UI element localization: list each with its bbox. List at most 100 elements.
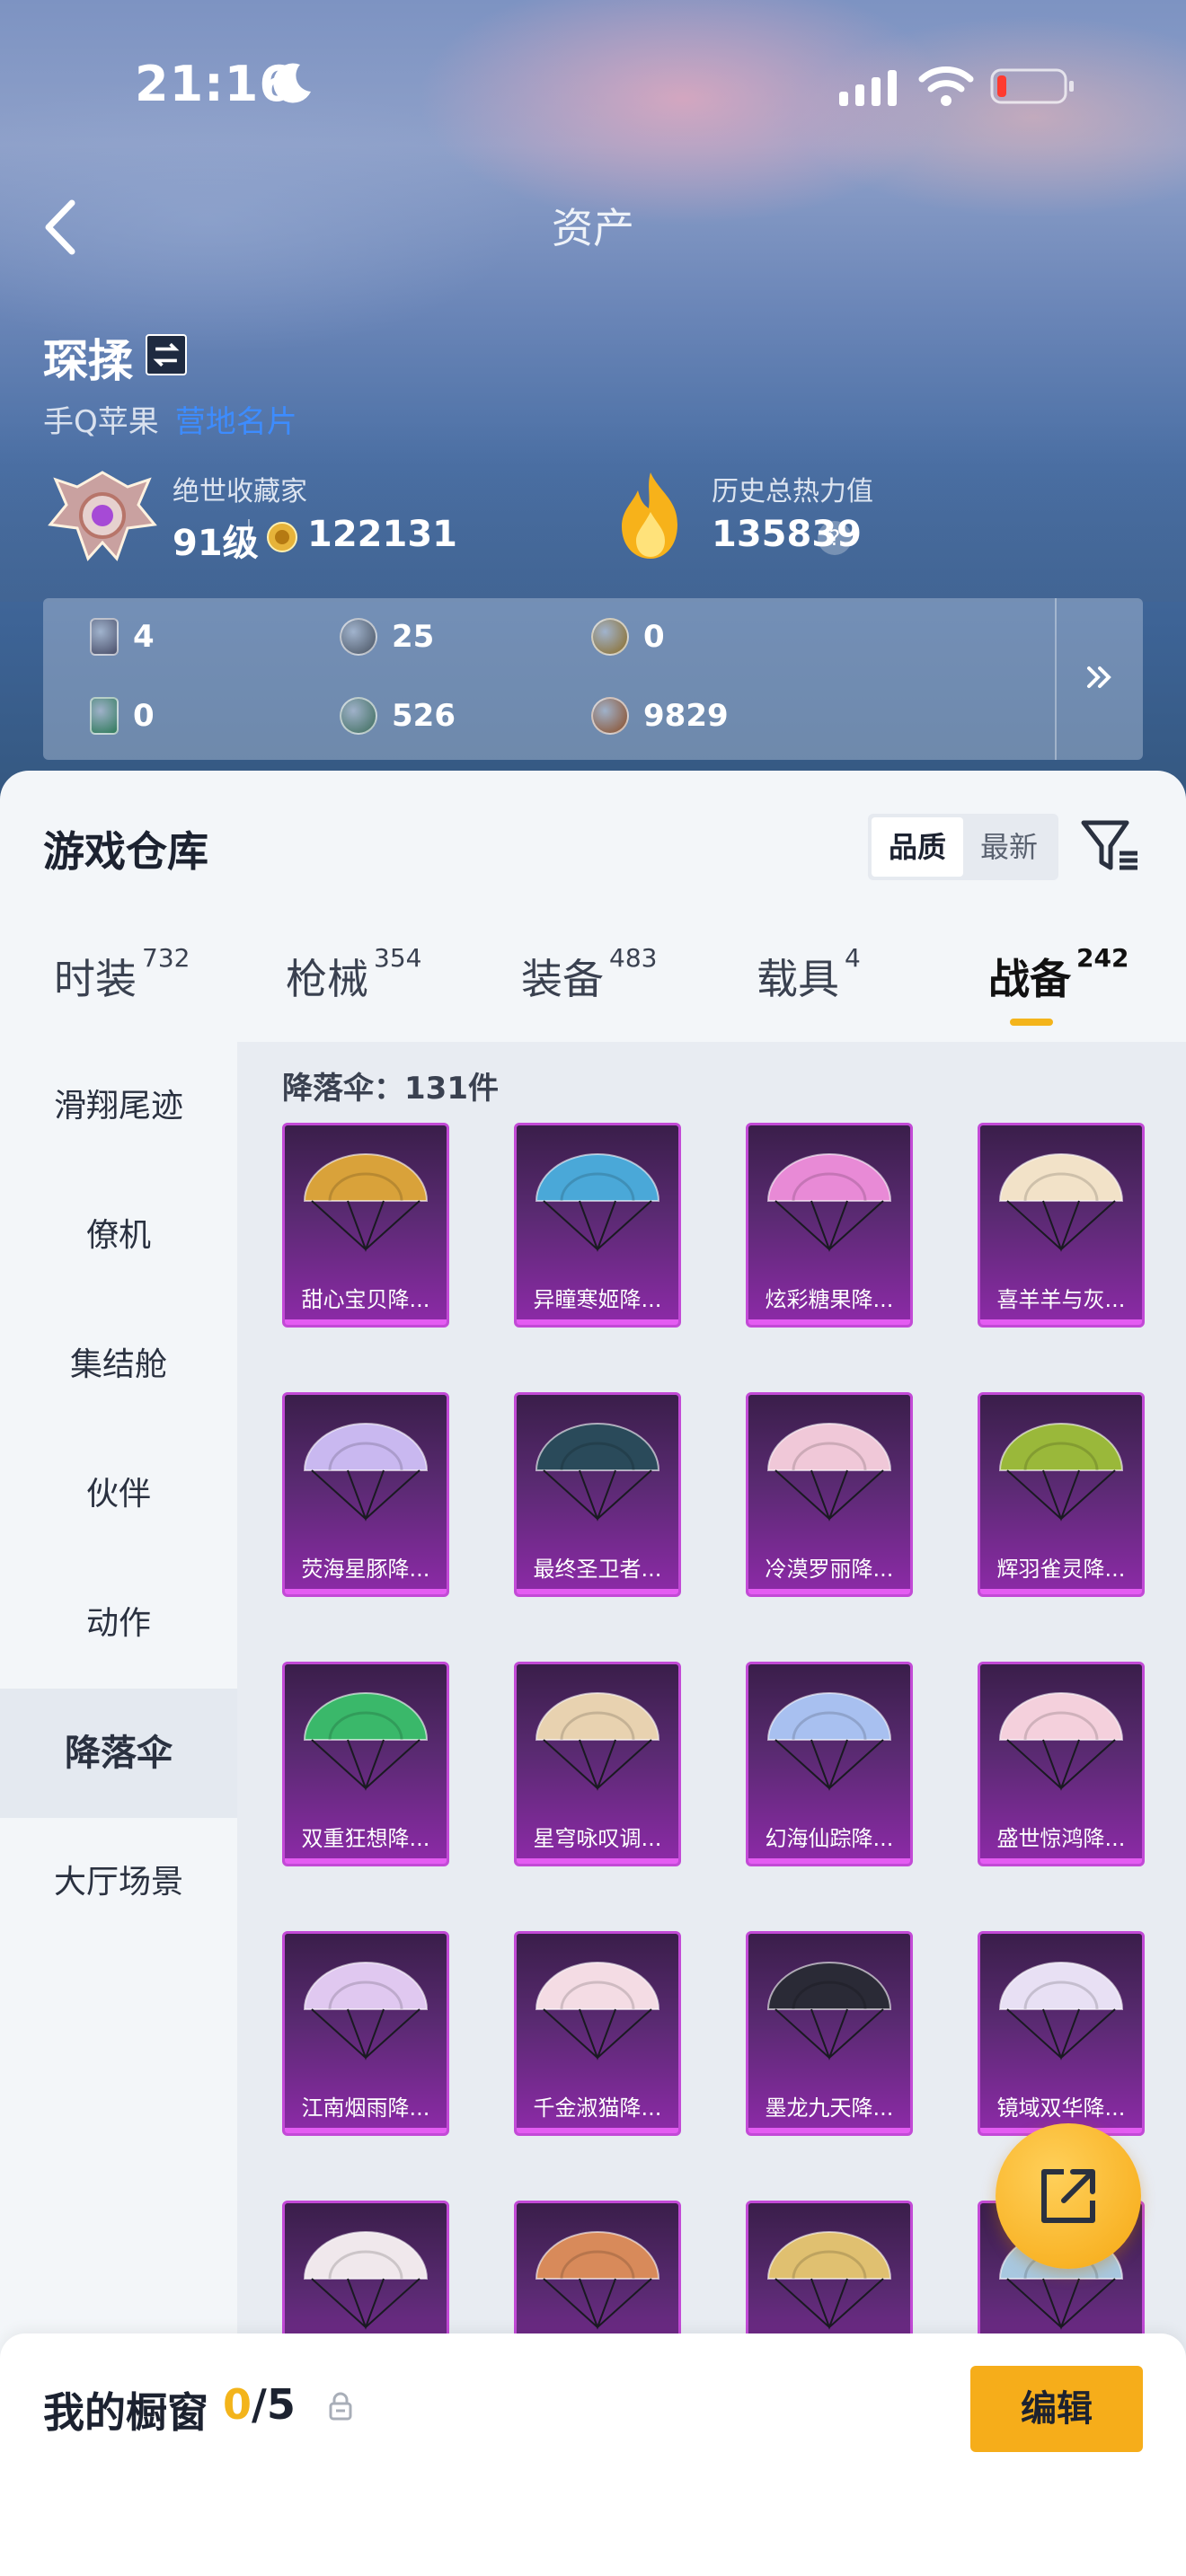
- sidebar-item-emote[interactable]: 动作: [0, 1559, 237, 1689]
- green-card-icon: [90, 697, 119, 735]
- currency-item: 4: [90, 618, 155, 656]
- parachute-card[interactable]: 双重狂想降...: [282, 1662, 449, 1866]
- parachute-icon: [998, 1692, 1124, 1791]
- parachute-name: 江南烟雨降...: [301, 2095, 430, 2121]
- sort-toggle: 品质 最新: [868, 814, 1058, 880]
- parachute-card[interactable]: 炫彩糖果降...: [746, 1123, 913, 1328]
- rarity-bar: [980, 1858, 1142, 1864]
- parachute-name: 幻海仙踪降...: [765, 1826, 894, 1851]
- parachute-card[interactable]: 星穹咏叹调...: [514, 1662, 681, 1866]
- page-title: 资产: [552, 204, 634, 252]
- parachute-icon: [535, 1962, 660, 2060]
- sidebar-item-lobby-scene[interactable]: 大厅场景: [0, 1818, 237, 1947]
- sidebar-item-parachute[interactable]: 降落伞: [0, 1689, 237, 1818]
- showcase-count: 0/5: [223, 2380, 296, 2429]
- sort-latest-button[interactable]: 最新: [963, 817, 1055, 877]
- bronze-orb-icon: [591, 697, 629, 735]
- tab-vehicles[interactable]: 载具 4: [757, 943, 861, 1006]
- username: 琛揉: [43, 335, 133, 387]
- parachute-name: 双重狂想降...: [301, 1826, 430, 1851]
- parachute-card[interactable]: 荧海星豚降...: [282, 1392, 449, 1597]
- parachute-icon: [535, 1423, 660, 1522]
- sidebar-item-wingman[interactable]: 僚机: [0, 1171, 237, 1301]
- switch-account-icon[interactable]: [146, 334, 187, 375]
- parachute-name: 甜心宝贝降...: [301, 1287, 430, 1312]
- parachute-card[interactable]: 异瞳寒姬降...: [514, 1123, 681, 1328]
- tab-battle-gear[interactable]: 战备 242: [988, 943, 1128, 1006]
- parachute-card[interactable]: 辉羽雀灵降...: [978, 1392, 1145, 1597]
- camp-card-link[interactable]: 营地名片: [175, 404, 297, 440]
- battery-icon: [990, 68, 1074, 104]
- active-tab-indicator: [1010, 1019, 1053, 1026]
- sort-quality-button[interactable]: 品质: [872, 817, 963, 877]
- parachute-icon: [766, 1962, 892, 2060]
- fire-icon: [622, 472, 677, 559]
- parachute-icon: [766, 1692, 892, 1791]
- collector-title: 绝世收藏家: [173, 476, 307, 507]
- parachute-card[interactable]: 千金淑猫降...: [514, 1931, 681, 2136]
- parachute-card[interactable]: 冷漠罗丽降...: [746, 1392, 913, 1597]
- collector-coin-icon: [267, 522, 297, 552]
- parachute-name: 荧海星豚降...: [301, 1557, 430, 1582]
- help-icon[interactable]: ?: [818, 521, 852, 555]
- category-tabs: 时装 732 枪械 354 装备 483 载具 4 战备 242: [0, 943, 1186, 1037]
- parachute-icon: [766, 2231, 892, 2330]
- currency-item: 9829: [591, 697, 729, 735]
- silver-coin-icon: [340, 618, 377, 656]
- parachute-name: 墨龙九天降...: [765, 2095, 894, 2121]
- signal-icon: [839, 70, 897, 106]
- sidebar-item-rally-pod[interactable]: 集结舱: [0, 1301, 237, 1430]
- edit-button[interactable]: 编辑: [970, 2366, 1143, 2452]
- parachute-name: 冷漠罗丽降...: [765, 1557, 894, 1582]
- rarity-bar: [517, 1858, 678, 1864]
- showcase-bar: 我的橱窗 0/5 编辑: [0, 2333, 1186, 2576]
- parachute-name: 星穹咏叹调...: [533, 1826, 662, 1851]
- warehouse-sheet: 游戏仓库 品质 最新 时装 732 枪械 354 装备 483 载具 4 战备 242 滑…: [0, 771, 1186, 2576]
- parachute-icon: [535, 2231, 660, 2330]
- parachute-icon: [766, 1153, 892, 1252]
- parachute-name: 最终圣卫者...: [533, 1557, 662, 1582]
- parachute-card[interactable]: 甜心宝贝降...: [282, 1123, 449, 1328]
- gold-badge-icon: [591, 618, 629, 656]
- currency-item: 526: [340, 697, 456, 735]
- tab-equipment[interactable]: 装备 483: [521, 943, 657, 1006]
- rarity-bar: [748, 2128, 910, 2133]
- filter-icon[interactable]: [1078, 814, 1141, 877]
- parachute-card[interactable]: 江南烟雨降...: [282, 1931, 449, 2136]
- parachute-name: 千金淑猫降...: [533, 2095, 662, 2121]
- parachute-card[interactable]: 盛世惊鸿降...: [978, 1662, 1145, 1866]
- rarity-bar: [517, 1589, 678, 1594]
- parachute-icon: [303, 2231, 429, 2330]
- rarity-bar: [748, 1858, 910, 1864]
- category-count-title: 降落伞：131件: [282, 1071, 499, 1107]
- currency-item: 25: [340, 618, 434, 656]
- tab-weapons[interactable]: 枪械 354: [286, 943, 421, 1006]
- parachute-name: 盛世惊鸿降...: [996, 1826, 1126, 1851]
- parachute-name: 异瞳寒姬降...: [533, 1287, 662, 1312]
- parachute-icon: [535, 1692, 660, 1791]
- rarity-bar: [517, 1319, 678, 1325]
- lock-icon: [329, 2392, 352, 2421]
- parachute-icon: [303, 1692, 429, 1791]
- divider: [248, 519, 250, 555]
- sidebar-item-glide-trail[interactable]: 滑翔尾迹: [0, 1042, 237, 1171]
- parachute-card[interactable]: 镜域双华降...: [978, 1931, 1145, 2136]
- status-bar: 21:16: [0, 0, 1186, 171]
- card-icon: [90, 618, 119, 656]
- currency-more-button[interactable]: [1055, 598, 1143, 760]
- moon-icon: [273, 63, 311, 103]
- account-platform: 手Q苹果: [43, 404, 159, 440]
- parachute-icon: [303, 1153, 429, 1252]
- parachute-card[interactable]: 最终圣卫者...: [514, 1392, 681, 1597]
- rarity-bar: [517, 2128, 678, 2133]
- sidebar-item-partner[interactable]: 伙伴: [0, 1430, 237, 1559]
- parachute-icon: [303, 1423, 429, 1522]
- city-skyline: [0, 422, 1186, 602]
- parachute-card[interactable]: 喜羊羊与灰...: [978, 1123, 1145, 1328]
- tab-fashion[interactable]: 时装 732: [54, 943, 190, 1006]
- wifi-icon: [918, 66, 974, 106]
- share-button[interactable]: [996, 2123, 1141, 2269]
- parachute-card[interactable]: 墨龙九天降...: [746, 1931, 913, 2136]
- parachute-card[interactable]: 幻海仙踪降...: [746, 1662, 913, 1866]
- currency-panel: 4 25 0 0 526 9829: [43, 598, 1143, 760]
